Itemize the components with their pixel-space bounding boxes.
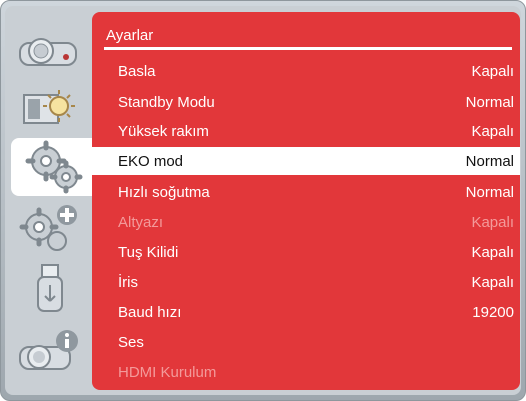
image-settings-icon [23, 90, 75, 124]
menu-row-iris[interactable]: İris Kapalı [92, 268, 520, 296]
menu-row-value: Kapalı [471, 123, 514, 140]
menu-row-label: Ses [118, 334, 144, 351]
title-divider [104, 47, 512, 50]
panel-title: Ayarlar [106, 27, 154, 44]
menu-row-subtitle: Altyazı Kapalı [92, 208, 520, 236]
sidebar-item-usb[interactable] [11, 260, 89, 318]
menu-row-label: İris [118, 274, 138, 291]
menu-row-value: Kapalı [471, 274, 514, 291]
menu-row-label: Altyazı [118, 214, 164, 231]
sidebar-item-settings[interactable] [11, 138, 99, 196]
menu-row-label: Yüksek rakım [118, 123, 209, 140]
projector-icon [19, 38, 77, 66]
menu-row-eco-mode[interactable]: EKO mod Normal [92, 147, 520, 175]
menu-row-value: Kapalı [471, 63, 514, 80]
menu-row-key-lock[interactable]: Tuş Kilidi Kapalı [92, 238, 520, 266]
sidebar-item-projector[interactable] [11, 22, 89, 80]
projector-info-icon [19, 330, 78, 370]
menu-row-label: Standby Modu [118, 94, 215, 111]
menu-row-standby-mode[interactable]: Standby Modu Normal [92, 88, 520, 116]
menu-row-hdmi-setup: HDMI Kurulum [92, 358, 520, 386]
menu-row-label: Basla [118, 63, 156, 80]
menu-row-label: Hızlı soğutma [118, 184, 210, 201]
sidebar-item-info[interactable] [11, 324, 89, 382]
menu-row-label: HDMI Kurulum [118, 364, 217, 381]
menu-row-fast-cooling[interactable]: Hızlı soğutma Normal [92, 178, 520, 206]
menu-row-label: EKO mod [118, 153, 184, 170]
menu-row-value: Normal [465, 94, 514, 111]
menu-row-baud-rate[interactable]: Baud hızı 19200 [92, 298, 520, 326]
sidebar-item-image[interactable] [11, 80, 89, 138]
menu-row-value: Normal [465, 184, 514, 201]
menu-row-sound[interactable]: Ses [92, 328, 520, 356]
menu-row-label: Baud hızı [118, 304, 182, 321]
usb-icon [37, 264, 63, 312]
menu-row-label: Tuş Kilidi [118, 244, 179, 261]
menu-row-high-altitude[interactable]: Yüksek rakım Kapalı [92, 117, 520, 145]
menu-row-basla[interactable]: Basla Kapalı [92, 57, 520, 85]
gears-icon [25, 140, 83, 194]
menu-row-value: Normal [465, 153, 514, 170]
menu-row-value: Kapalı [471, 244, 514, 261]
sidebar [5, 6, 99, 395]
gears-plus-icon [19, 205, 77, 251]
menu-row-value: Kapalı [471, 214, 514, 231]
menu-row-value: 19200 [472, 304, 514, 321]
sidebar-item-expanded-settings[interactable] [11, 200, 89, 258]
settings-panel: Ayarlar Basla Kapalı Standby Modu Normal… [92, 12, 520, 390]
